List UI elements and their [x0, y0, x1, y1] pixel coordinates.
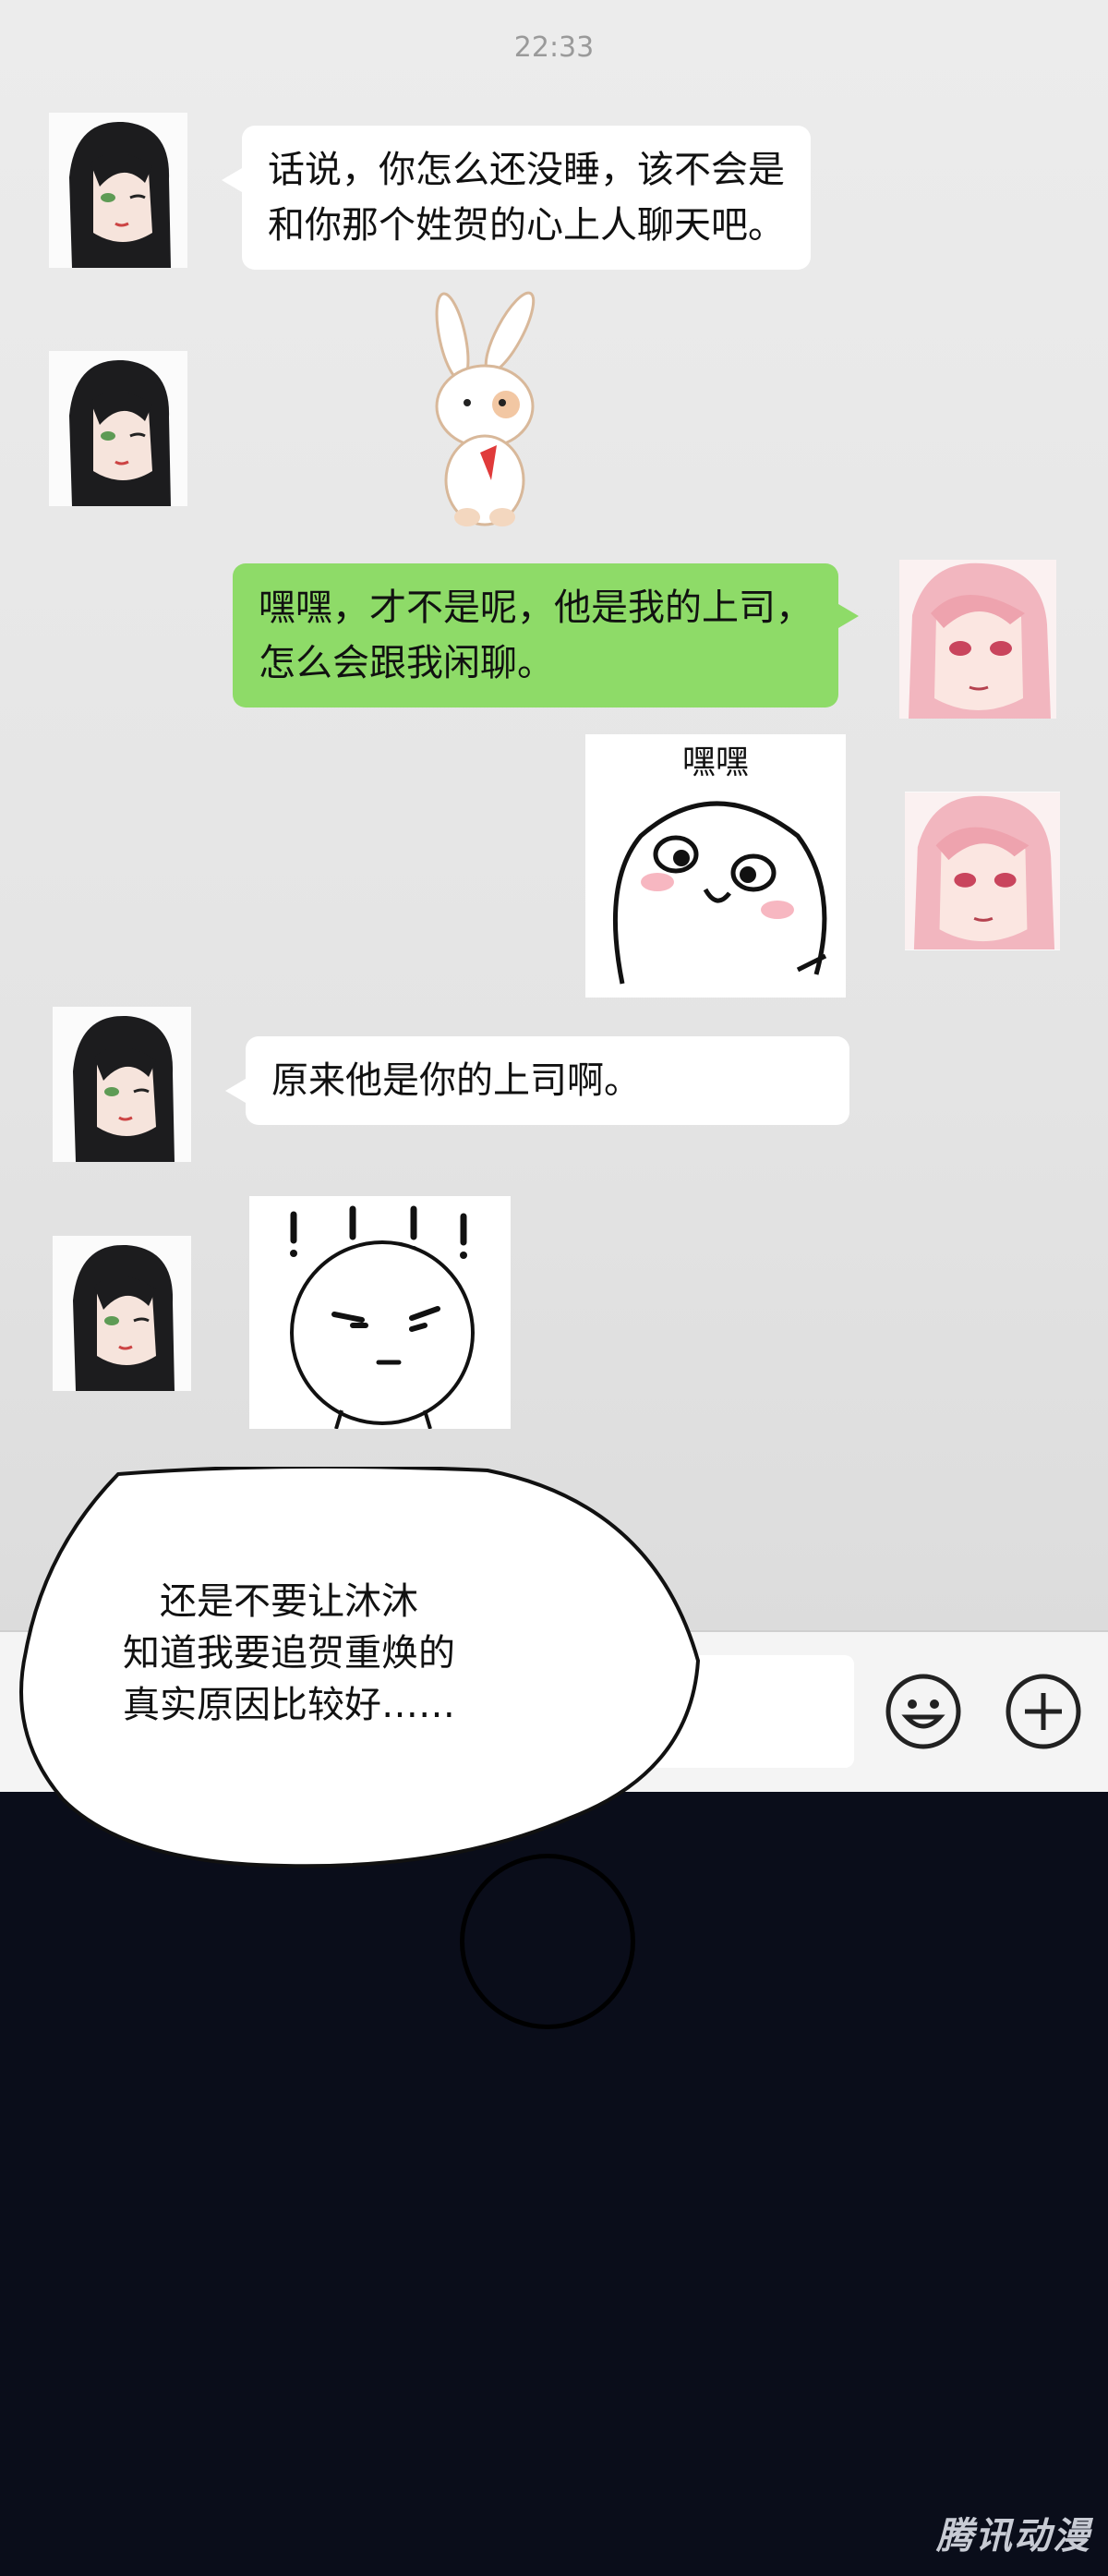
message-line: 话说，你怎么还没睡，该不会是 [268, 149, 785, 191]
friend-avatar[interactable] [49, 113, 187, 268]
grinning-blob-sticker[interactable]: 嘿嘿 [585, 734, 846, 998]
friend-avatar[interactable] [53, 1236, 191, 1391]
message-line: 怎么会跟我闲聊。 [259, 642, 554, 684]
timestamp: 22:33 [513, 31, 595, 64]
caption-line: 真实原因比较好…… [123, 1684, 455, 1726]
caption-line: 还是不要让沐沐 [160, 1580, 418, 1623]
home-indicator-ring [460, 1854, 635, 2029]
message-line: 原来他是你的上司啊。 [271, 1059, 641, 1102]
message-bubble-1[interactable]: 话说，你怎么还没睡，该不会是 和你那个姓贺的心上人聊天吧。 [222, 126, 811, 270]
shocked-face-sticker[interactable] [249, 1196, 511, 1429]
emoji-icon[interactable] [885, 1673, 962, 1750]
self-avatar[interactable] [905, 792, 1060, 950]
caption-line: 知道我要追贺重焕的 [123, 1632, 455, 1675]
friend-avatar[interactable] [49, 351, 187, 506]
message-line: 和你那个姓贺的心上人聊天吧。 [268, 204, 785, 247]
plus-icon[interactable] [1005, 1673, 1082, 1750]
bunny-sticker[interactable] [406, 286, 563, 536]
message-line: 嘿嘿，才不是呢，他是我的上司， [259, 587, 813, 629]
sticker-text: 嘿嘿 [682, 744, 749, 781]
message-bubble-3[interactable]: 嘿嘿，才不是呢，他是我的上司， 怎么会跟我闲聊。 [233, 563, 859, 707]
self-avatar[interactable] [899, 560, 1056, 719]
friend-avatar[interactable] [53, 1007, 191, 1162]
caption-balloon: 还是不要让沐沐 知道我要追贺重焕的 真实原因比较好…… [7, 1467, 709, 1873]
message-bubble-5[interactable]: 原来他是你的上司啊。 [225, 1036, 849, 1125]
watermark-logo: 腾讯动漫 [936, 2515, 1091, 2558]
